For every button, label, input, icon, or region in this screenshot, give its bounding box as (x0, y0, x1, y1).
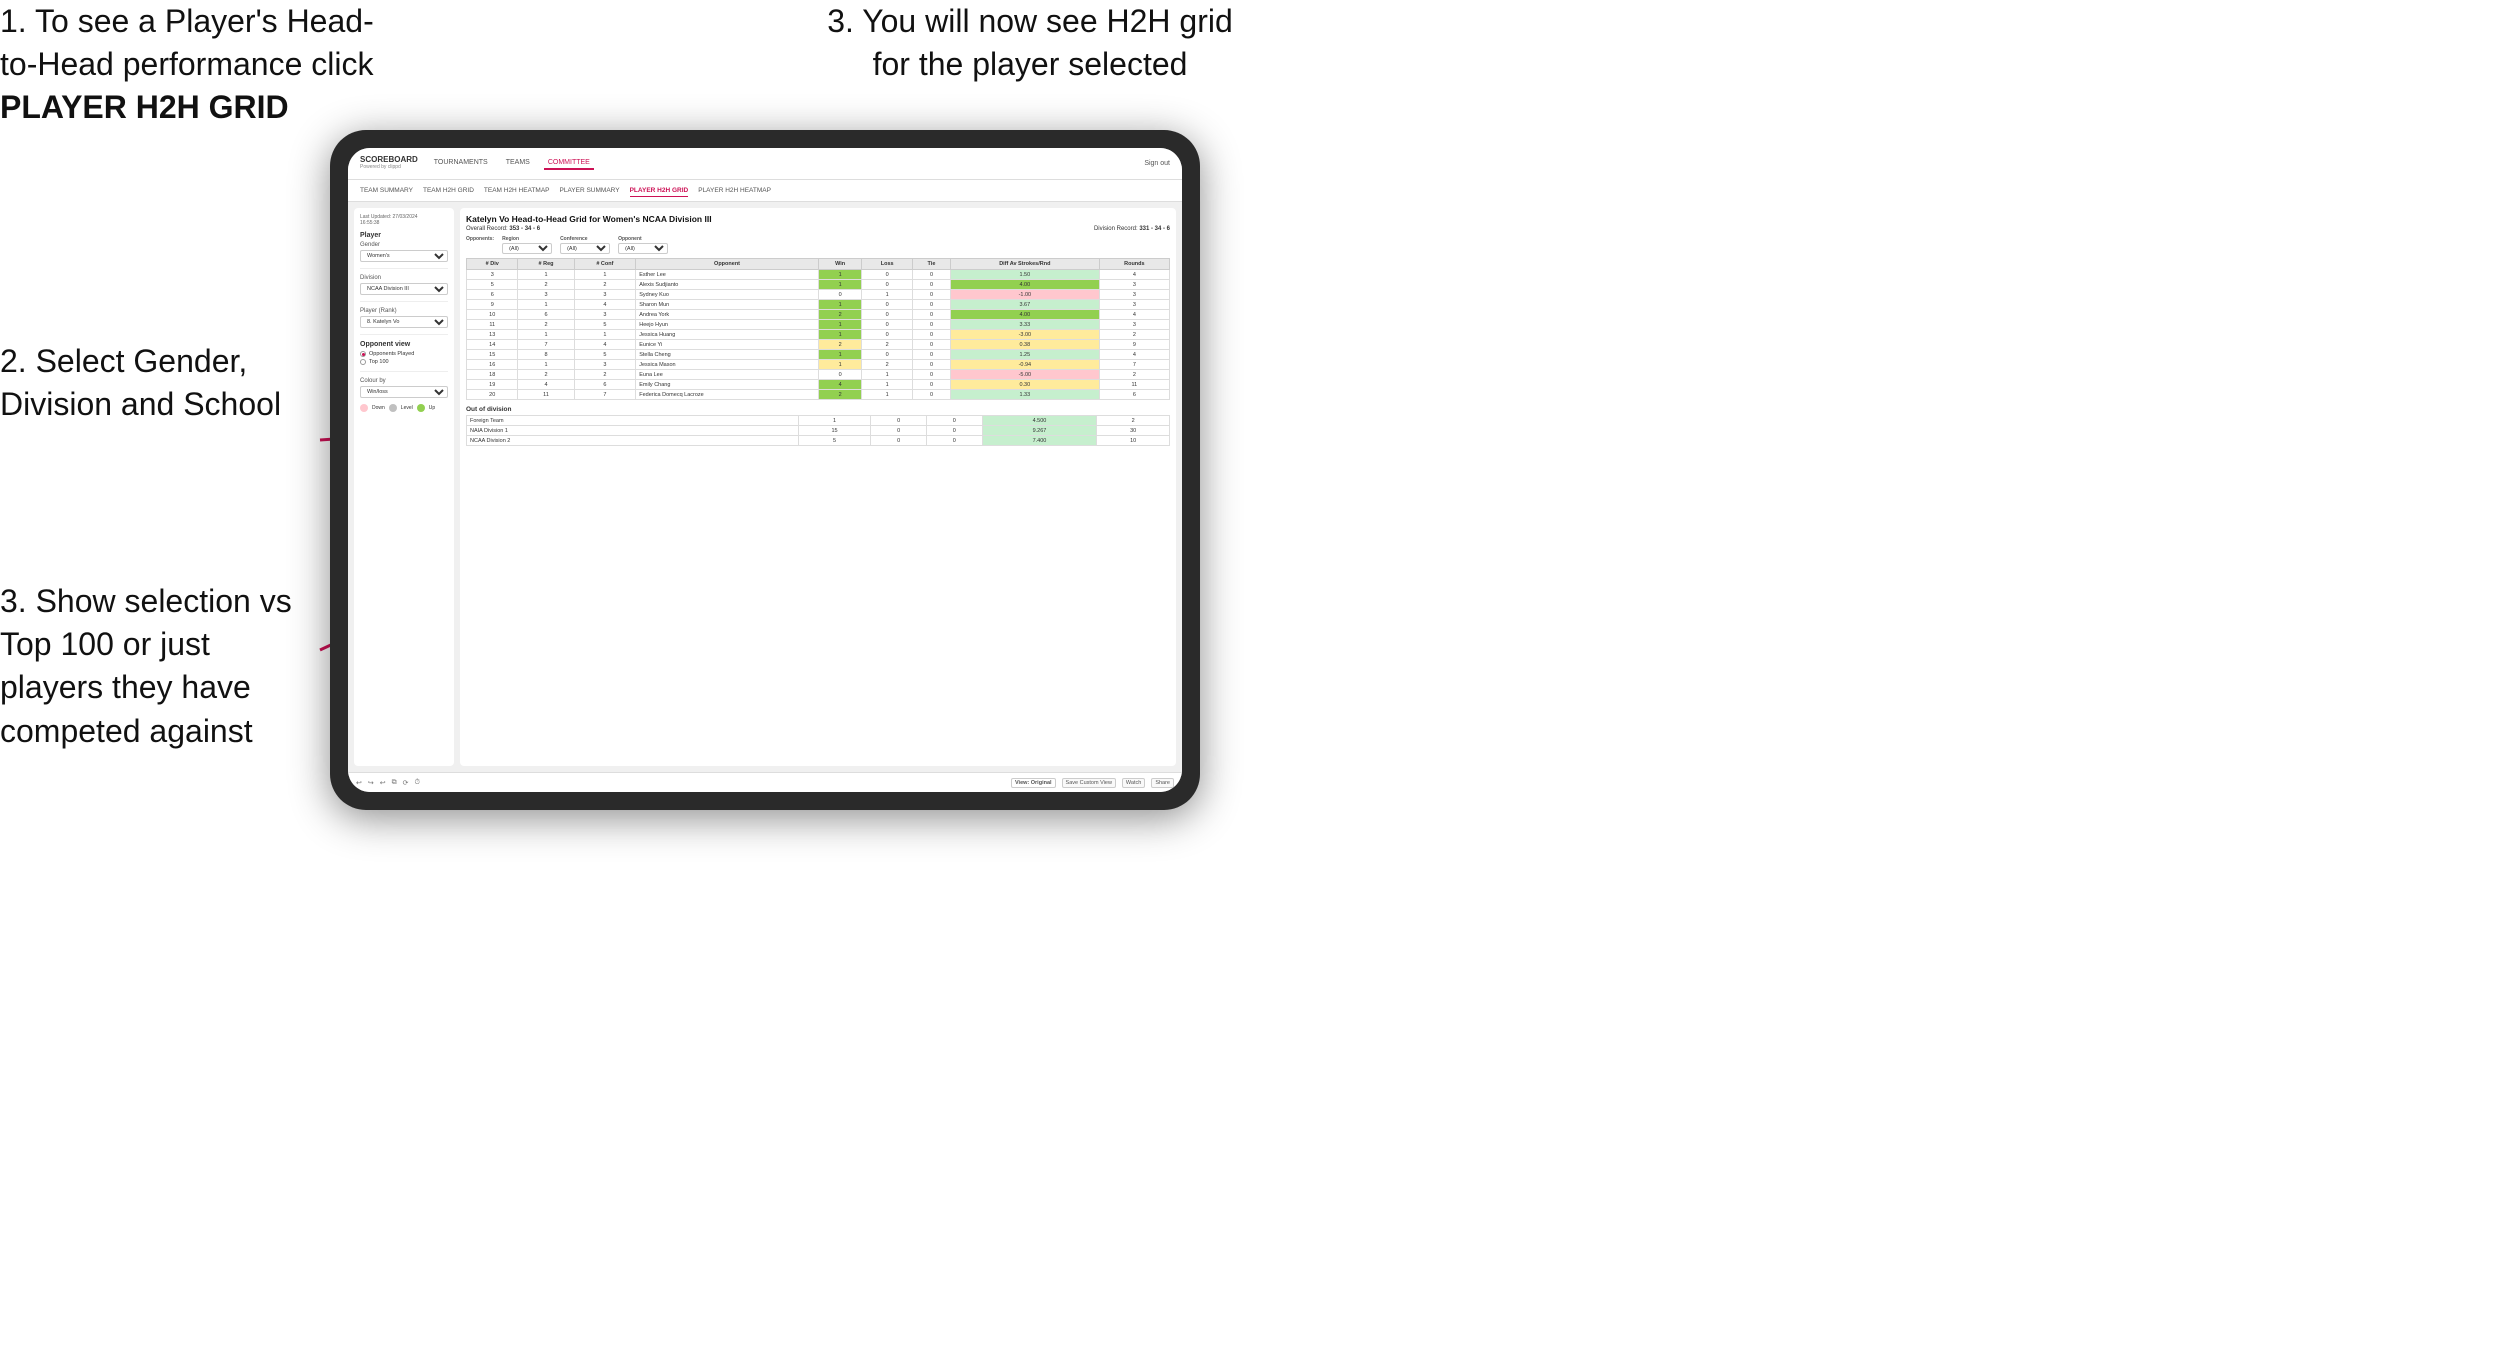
view-original-btn[interactable]: View: Original (1011, 778, 1056, 788)
region-select[interactable]: (All) (502, 243, 552, 254)
col-div: # Div (467, 259, 518, 270)
instruction-bottom-left: 3. Show selection vs Top 100 or just pla… (0, 580, 320, 753)
subnav-player-summary[interactable]: PLAYER SUMMARY (560, 185, 620, 196)
undo-icon[interactable]: ↩ (356, 779, 362, 787)
subnav-player-h2h-grid[interactable]: PLAYER H2H GRID (630, 185, 689, 197)
radio-played (360, 351, 366, 357)
subnav-team-summary[interactable]: TEAM SUMMARY (360, 185, 413, 196)
opponent-view-label: Opponent view (360, 341, 448, 348)
colour-level (389, 404, 397, 412)
col-reg: # Reg (518, 259, 574, 270)
table-row: 9 1 4 Sharon Mun 1 0 0 3.67 3 (467, 300, 1170, 310)
nav-teams[interactable]: TEAMS (502, 157, 534, 170)
out-of-division-header: Out of division (466, 406, 1170, 413)
grid-panel: Katelyn Vo Head-to-Head Grid for Women's… (460, 208, 1176, 766)
table-row: 6 3 3 Sydney Kuo 0 1 0 -1.00 3 (467, 290, 1170, 300)
opponent-select[interactable]: (All) (618, 243, 668, 254)
grid-title: Katelyn Vo Head-to-Head Grid for Women's… (466, 214, 1170, 224)
table-row: 16 1 3 Jessica Mason 1 2 0 -0.94 7 (467, 360, 1170, 370)
save-custom-view-btn[interactable]: Save Custom View (1062, 778, 1116, 788)
bottom-toolbar: ↩ ↪ ↩ ⧉ ⟳ ⏱ View: Original Save Custom V… (348, 772, 1182, 792)
nav-tournaments[interactable]: TOURNAMENTS (430, 157, 492, 170)
divider-4 (360, 371, 448, 372)
filter-opponents: Opponents: (466, 236, 494, 254)
filter-row: Opponents: Region (All) Conference (All) (466, 236, 1170, 254)
tablet-screen: SCOREBOARD Powered by clippd TOURNAMENTS… (348, 148, 1182, 792)
filter-conference: Conference (All) (560, 236, 610, 254)
colour-by-select[interactable]: Win/loss (360, 386, 448, 398)
app-navbar: SCOREBOARD Powered by clippd TOURNAMENTS… (348, 148, 1182, 180)
col-tie: Tie (913, 259, 951, 270)
table-row: 3 1 1 Esther Lee 1 0 0 1.50 4 (467, 270, 1170, 280)
share-btn[interactable]: Share (1151, 778, 1174, 788)
table-row: 13 1 1 Jessica Huang 1 0 0 -3.00 2 (467, 330, 1170, 340)
player-section-label: Player (360, 232, 448, 239)
colour-legend: Down Level Up (360, 404, 448, 412)
instruction-top-right: 3. You will now see H2H grid for the pla… (780, 0, 1280, 86)
col-loss: Loss (862, 259, 913, 270)
colour-up (417, 404, 425, 412)
sub-navbar: TEAM SUMMARY TEAM H2H GRID TEAM H2H HEAT… (348, 180, 1182, 202)
subnav-team-h2h-grid[interactable]: TEAM H2H GRID (423, 185, 474, 196)
grid-records: Overall Record: 353 - 34 - 6 Division Re… (466, 226, 1170, 232)
player-rank-label: Player (Rank) (360, 308, 448, 314)
table-row: 19 4 6 Emily Chang 4 1 0 0.30 11 (467, 380, 1170, 390)
sign-out[interactable]: Sign out (1144, 160, 1170, 167)
refresh-icon[interactable]: ⟳ (403, 779, 409, 787)
filter-region: Region (All) (502, 236, 552, 254)
table-row: 18 2 2 Euna Lee 0 1 0 -5.00 2 (467, 370, 1170, 380)
table-row: 5 2 2 Alexis Sudjianto 1 0 0 4.00 3 (467, 280, 1170, 290)
opponent-option-played[interactable]: Opponents Played (360, 351, 448, 357)
left-panel: Last Updated: 27/03/2024 16:55:38 Player… (354, 208, 454, 766)
filter-opponent: Opponent (All) (618, 236, 668, 254)
last-updated: Last Updated: 27/03/2024 16:55:38 (360, 214, 448, 226)
table-row: 20 11 7 Federica Domecq Lacroze 2 1 0 1.… (467, 390, 1170, 400)
table-row: 15 8 5 Stella Cheng 1 0 0 1.25 4 (467, 350, 1170, 360)
nav-items: TOURNAMENTS TEAMS COMMITTEE (430, 157, 1145, 170)
radio-top100 (360, 359, 366, 365)
col-rounds: Rounds (1099, 259, 1169, 270)
division-label: Division (360, 275, 448, 281)
subnav-player-h2h-heatmap[interactable]: PLAYER H2H HEATMAP (698, 185, 771, 196)
out-of-division-table: Foreign Team 1 0 0 4.500 2 NAIA Division… (466, 415, 1170, 446)
gender-label: Gender (360, 242, 448, 248)
tablet-frame: SCOREBOARD Powered by clippd TOURNAMENTS… (330, 130, 1200, 810)
opponent-option-top100[interactable]: Top 100 (360, 359, 448, 365)
division-select[interactable]: NCAA Division III (360, 283, 448, 295)
redo-icon[interactable]: ↪ (368, 779, 374, 787)
clock-icon[interactable]: ⏱ (415, 779, 420, 787)
out-of-division-row: NAIA Division 1 15 0 0 9.267 30 (467, 426, 1170, 436)
watch-btn[interactable]: Watch (1122, 778, 1145, 788)
conference-select[interactable]: (All) (560, 243, 610, 254)
colour-down (360, 404, 368, 412)
instruction-top-left: 1. To see a Player's Head-to-Head perfor… (0, 0, 380, 130)
h2h-table: # Div # Reg # Conf Opponent Win Loss Tie… (466, 258, 1170, 400)
colour-by-label: Colour by (360, 378, 448, 384)
gender-select[interactable]: Women's (360, 250, 448, 262)
opponent-view-options: Opponents Played Top 100 (360, 351, 448, 365)
divider-1 (360, 268, 448, 269)
col-conf: # Conf (574, 259, 636, 270)
subnav-team-h2h-heatmap[interactable]: TEAM H2H HEATMAP (484, 185, 550, 196)
undo2-icon[interactable]: ↩ (380, 779, 386, 787)
out-of-division-row: Foreign Team 1 0 0 4.500 2 (467, 416, 1170, 426)
table-row: 10 6 3 Andrea York 2 0 0 4.00 4 (467, 310, 1170, 320)
instruction-mid-left: 2. Select Gender, Division and School (0, 340, 320, 426)
divider-2 (360, 301, 448, 302)
main-content: Last Updated: 27/03/2024 16:55:38 Player… (348, 202, 1182, 772)
out-of-division-row: NCAA Division 2 5 0 0 7.400 10 (467, 436, 1170, 446)
app-logo: SCOREBOARD Powered by clippd (360, 156, 418, 170)
col-opponent: Opponent (636, 259, 819, 270)
divider-3 (360, 334, 448, 335)
nav-committee[interactable]: COMMITTEE (544, 157, 594, 170)
table-row: 11 2 5 Heejo Hyun 1 0 0 3.33 3 (467, 320, 1170, 330)
col-win: Win (818, 259, 861, 270)
copy-icon[interactable]: ⧉ (392, 779, 397, 787)
col-diff: Diff Av Strokes/Rnd (950, 259, 1099, 270)
table-row: 14 7 4 Eunice Yi 2 2 0 0.38 9 (467, 340, 1170, 350)
player-rank-select[interactable]: 8. Katelyn Vo (360, 316, 448, 328)
